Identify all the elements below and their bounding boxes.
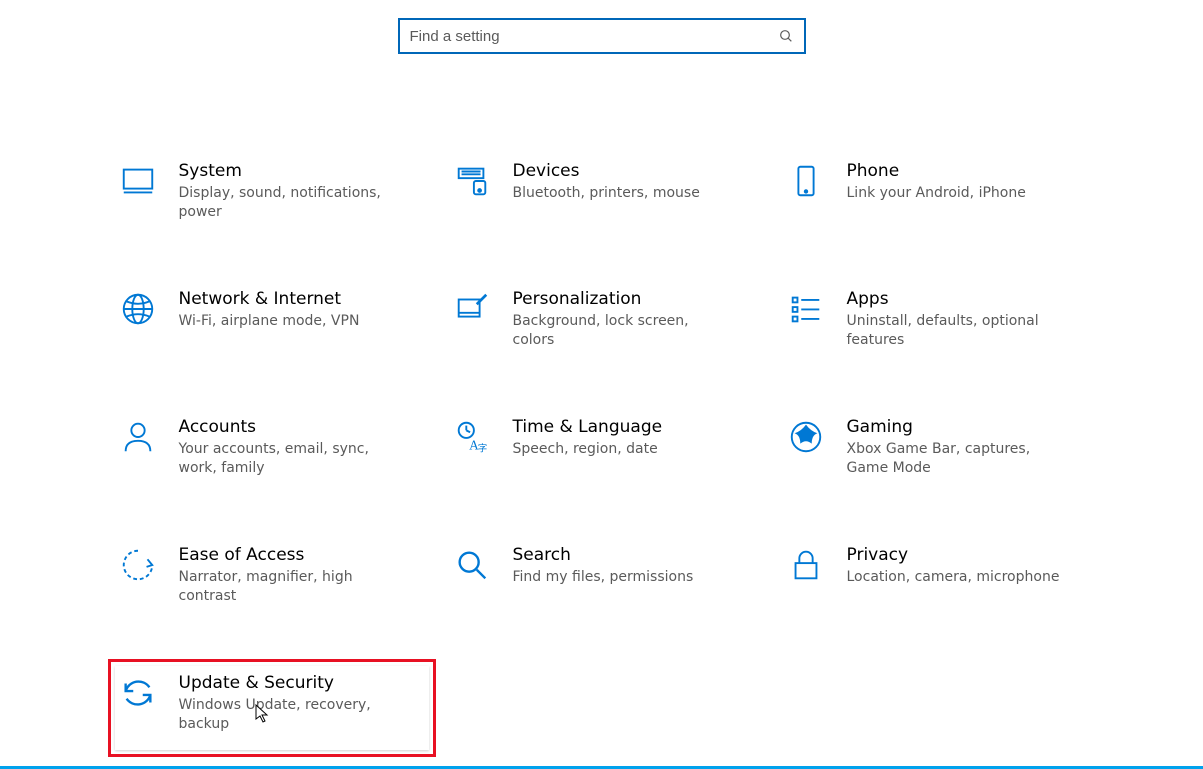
tile-title: Apps (847, 288, 1067, 310)
tile-desc: Find my files, permissions (513, 568, 694, 587)
tile-desc: Narrator, magnifier, high contrast (179, 568, 399, 606)
time-language-icon: A 字 (453, 418, 491, 456)
tile-title: Network & Internet (179, 288, 360, 310)
tile-system[interactable]: System Display, sound, notifications, po… (115, 154, 429, 228)
tile-title: Time & Language (513, 416, 663, 438)
tile-desc: Speech, region, date (513, 440, 663, 459)
system-icon (119, 162, 157, 200)
tile-gaming[interactable]: Gaming Xbox Game Bar, captures, Game Mod… (783, 410, 1097, 484)
tile-desc: Your accounts, email, sync, work, family (179, 440, 399, 478)
svg-text:字: 字 (477, 442, 487, 454)
gaming-icon (787, 418, 825, 456)
tile-network[interactable]: Network & Internet Wi-Fi, airplane mode,… (115, 282, 429, 356)
accounts-icon (119, 418, 157, 456)
tile-title: Search (513, 544, 694, 566)
tile-apps[interactable]: Apps Uninstall, defaults, optional featu… (783, 282, 1097, 356)
tile-desc: Uninstall, defaults, optional features (847, 312, 1067, 350)
update-icon (119, 674, 157, 712)
tile-desc: Xbox Game Bar, captures, Game Mode (847, 440, 1067, 478)
tile-title: Personalization (513, 288, 733, 310)
tile-desc: Windows Update, recovery, backup (179, 696, 399, 734)
tile-title: Privacy (847, 544, 1060, 566)
tile-privacy[interactable]: Privacy Location, camera, microphone (783, 538, 1097, 612)
magnifier-icon (453, 546, 491, 584)
tile-desc: Display, sound, notifications, power (179, 184, 399, 222)
tile-title: Gaming (847, 416, 1067, 438)
apps-icon (787, 290, 825, 328)
personalization-icon (453, 290, 491, 328)
tile-desc: Link your Android, iPhone (847, 184, 1026, 203)
tile-ease-of-access[interactable]: Ease of Access Narrator, magnifier, high… (115, 538, 429, 612)
tile-time-language[interactable]: A 字 Time & Language Speech, region, date (449, 410, 763, 484)
ease-of-access-icon (119, 546, 157, 584)
tile-title: Update & Security (179, 672, 399, 694)
search-input[interactable] (410, 28, 778, 45)
search-box[interactable] (398, 18, 806, 54)
devices-icon (453, 162, 491, 200)
lock-icon (787, 546, 825, 584)
tile-title: Devices (513, 160, 700, 182)
phone-icon (787, 162, 825, 200)
tile-desc: Bluetooth, printers, mouse (513, 184, 700, 203)
tile-update-security[interactable]: Update & Security Windows Update, recove… (115, 666, 429, 750)
tile-desc: Wi-Fi, airplane mode, VPN (179, 312, 360, 331)
tile-devices[interactable]: Devices Bluetooth, printers, mouse (449, 154, 763, 228)
tile-search[interactable]: Search Find my files, permissions (449, 538, 763, 612)
globe-icon (119, 290, 157, 328)
tile-title: Accounts (179, 416, 399, 438)
tile-title: Phone (847, 160, 1026, 182)
search-icon (778, 28, 794, 44)
tile-phone[interactable]: Phone Link your Android, iPhone (783, 154, 1097, 228)
tile-personalization[interactable]: Personalization Background, lock screen,… (449, 282, 763, 356)
tile-desc: Location, camera, microphone (847, 568, 1060, 587)
tile-title: Ease of Access (179, 544, 399, 566)
settings-grid: System Display, sound, notifications, po… (107, 154, 1097, 750)
tile-accounts[interactable]: Accounts Your accounts, email, sync, wor… (115, 410, 429, 484)
tile-title: System (179, 160, 399, 182)
tile-desc: Background, lock screen, colors (513, 312, 733, 350)
